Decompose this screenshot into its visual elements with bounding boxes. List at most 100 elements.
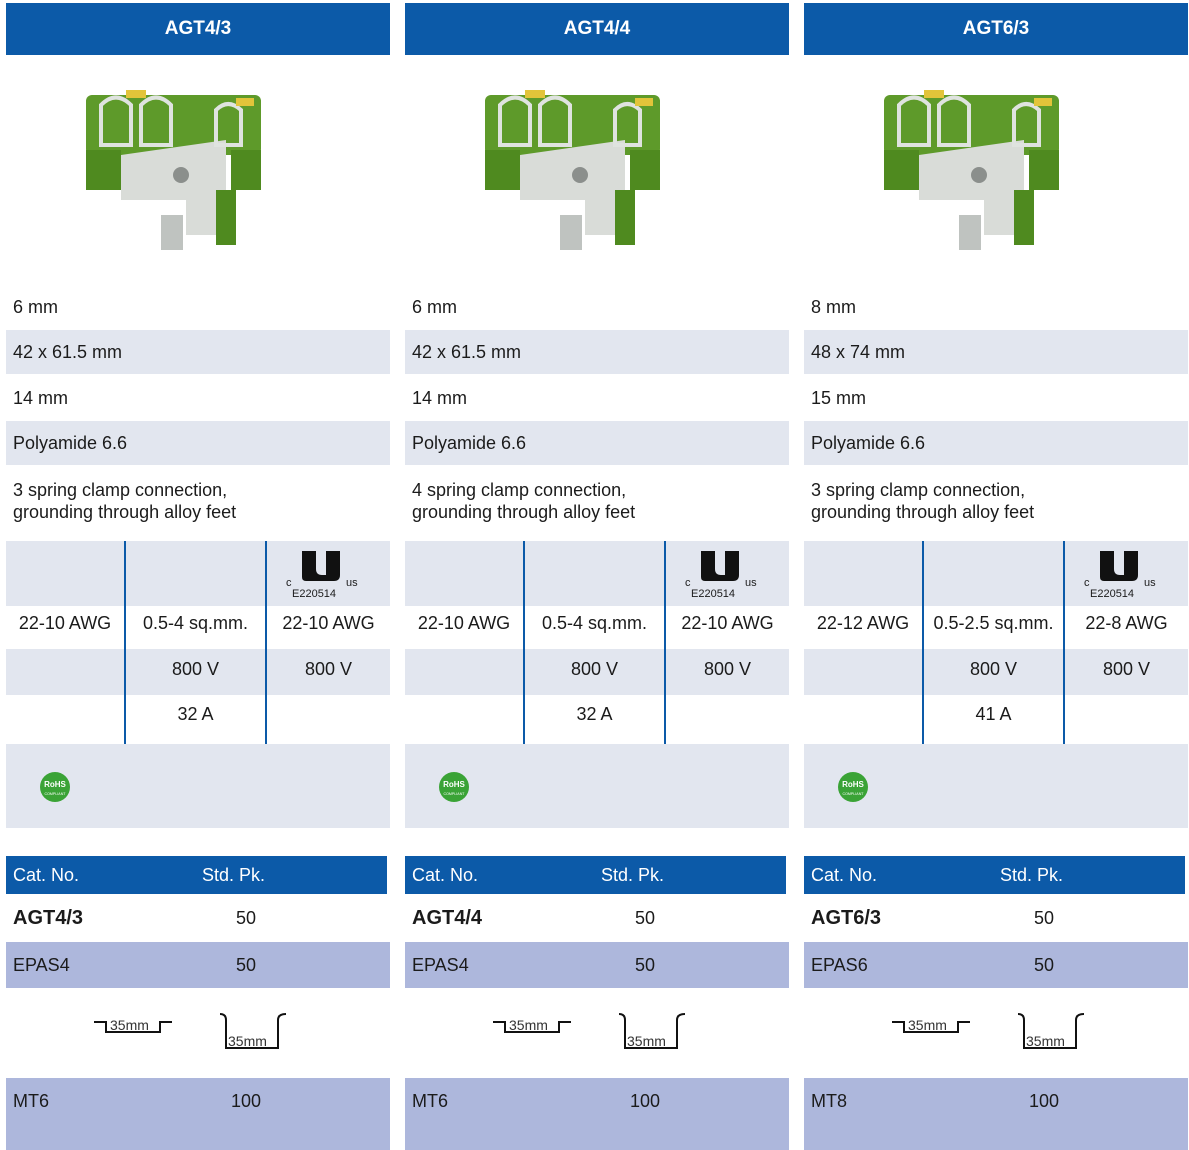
marker-no: MT6 [13,1091,49,1111]
terminal-block-photo [884,90,1059,250]
svg-text:35mm: 35mm [1026,1033,1065,1049]
din-rail-top-hat-icon: 35mm [493,1017,571,1033]
din-rail-top-hat-icon: 35mm [94,1017,172,1033]
connection-row: 3 spring clamp connection, grounding thr… [6,479,390,529]
ordering-header: Cat. No. Std. Pk. [405,856,786,894]
wire-sqmm: 0.5-2.5 sq.mm. [933,613,1054,633]
wire-sqmm: 0.5-4 sq.mm. [541,613,648,633]
std-pk-header: Std. Pk. [601,865,665,885]
voltage-iec: 800 V [570,659,619,679]
marker-pk: 100 [629,1091,661,1111]
connection-line-2: grounding through alloy feet [811,502,1035,522]
dimensions-row: 48 x 74 mm [804,330,1188,374]
product-column: AGT4/4 6 mm 42 x 61.5 mm 14 mm Polyamide… [405,0,790,1150]
cat-no-header: Cat. No. [13,865,80,885]
cat-pk: 50 [1033,908,1055,928]
svg-text:35mm: 35mm [110,1017,149,1033]
svg-text:RoHS: RoHS [842,780,864,789]
din-rail-g-profile-icon: 35mm [1017,1013,1085,1049]
ul-us-label: us [745,577,757,589]
connection-row: 3 spring clamp connection, grounding thr… [804,479,1188,529]
current-iec: 41 A [975,704,1012,724]
wire-ul: 22-8 AWG [1085,613,1168,633]
order-row-endplate: EPAS6 50 [804,942,1188,988]
din-rail-icons: 35mm 35mm [94,1013,287,1049]
wire-awg: 22-12 AWG [816,613,910,633]
ul-recognized-mark: c us E220514 [1082,549,1168,601]
ordering-header: Cat. No. Std. Pk. [804,856,1185,894]
din-rail-g-profile-icon: 35mm [618,1013,686,1049]
depth-row: 14 mm [412,388,468,408]
column-divider [1063,541,1065,744]
wire-ul: 22-10 AWG [681,613,774,633]
std-pk-header: Std. Pk. [202,865,266,885]
voltage-ul: 800 V [703,659,752,679]
din-rail-icons: 35mm 35mm [892,1013,1085,1049]
ratings-table: c us E220514 22-10 AWG 0.5-4 sq.mm. 22-1… [405,541,789,744]
voltage-ul: 800 V [1102,659,1151,679]
product-header: AGT6/3 [804,3,1188,55]
cat-pk: 50 [235,908,257,928]
ul-file-number: E220514 [292,588,337,600]
connection-line-2: grounding through alloy feet [13,502,237,522]
current-iec: 32 A [576,704,613,724]
accessory-pk: 50 [634,955,656,975]
product-model: AGT6/3 [962,18,1030,39]
ratings-table: c us E220514 22-10 AWG 0.5-4 sq.mm. 22-1… [6,541,390,744]
marker-no: MT6 [412,1091,448,1111]
ul-recognized-mark: c us E220514 [683,549,769,601]
terminal-block-photo [86,90,261,250]
marker-pk: 100 [230,1091,262,1111]
product-header: AGT4/4 [405,3,789,55]
width-row: 8 mm [811,297,856,317]
order-row-main: AGT4/4 50 [405,895,789,941]
accessory-no: EPAS6 [811,955,868,975]
accessory-pk: 50 [1033,955,1055,975]
terminal-block-photo [485,90,660,250]
svg-text:COMPLIANT: COMPLIANT [843,792,865,796]
ordering-header: Cat. No. Std. Pk. [6,856,387,894]
accessory-no: EPAS4 [13,955,70,975]
cat-no: AGT4/4 [412,907,483,929]
ratings-table: c us E220514 22-12 AWG 0.5-2.5 sq.mm. 22… [804,541,1188,744]
connection-line-1: 4 spring clamp connection, [412,480,627,500]
ul-us-label: us [346,577,358,589]
voltage-iec: 800 V [969,659,1018,679]
ul-c-label: c [685,577,691,589]
din-rail-top-hat-icon: 35mm [892,1017,970,1033]
ul-c-label: c [286,577,292,589]
cat-no: AGT6/3 [811,907,882,929]
current-iec: 32 A [177,704,214,724]
dimensions-row: 42 x 61.5 mm [405,330,789,374]
rohs-compliant-badge: RoHS COMPLIANT [838,772,868,802]
order-row-main: AGT6/3 50 [804,895,1188,941]
connection-line-1: 3 spring clamp connection, [811,480,1026,500]
svg-text:COMPLIANT: COMPLIANT [444,792,466,796]
rohs-compliant-badge: RoHS COMPLIANT [40,772,70,802]
product-column: AGT4/3 6 mm 42 x 61.5 mm 14 mm Polyamide… [6,0,391,1150]
connection-line-2: grounding through alloy feet [412,502,636,522]
wire-awg: 22-10 AWG [417,613,511,633]
material-row: Polyamide 6.6 [804,421,1188,465]
depth-row: 14 mm [13,388,69,408]
product-column: AGT6/3 8 mm 48 x 74 mm 15 mm Polyamide 6… [804,0,1189,1150]
wire-awg: 22-10 AWG [18,613,112,633]
product-header: AGT4/3 [6,3,390,55]
order-row-endplate: EPAS4 50 [6,942,390,988]
svg-text:RoHS: RoHS [44,780,66,789]
order-row-endplate: EPAS4 50 [405,942,789,988]
din-rail-icons: 35mm 35mm [493,1013,686,1049]
connection-row: 4 spring clamp connection, grounding thr… [405,479,789,529]
wire-sqmm: 0.5-4 sq.mm. [142,613,249,633]
product-model: AGT4/4 [563,18,631,39]
cat-pk: 50 [634,908,656,928]
order-row-marker: MT6 100 [405,1078,789,1150]
ul-file-number: E220514 [1090,588,1135,600]
accessory-pk: 50 [235,955,257,975]
ul-us-label: us [1144,577,1156,589]
ul-logo-icon [1100,551,1138,581]
svg-text:35mm: 35mm [228,1033,267,1049]
product-model: AGT4/3 [164,18,232,39]
voltage-ul: 800 V [304,659,353,679]
approvals-panel: RoHS COMPLIANT [804,744,1188,828]
